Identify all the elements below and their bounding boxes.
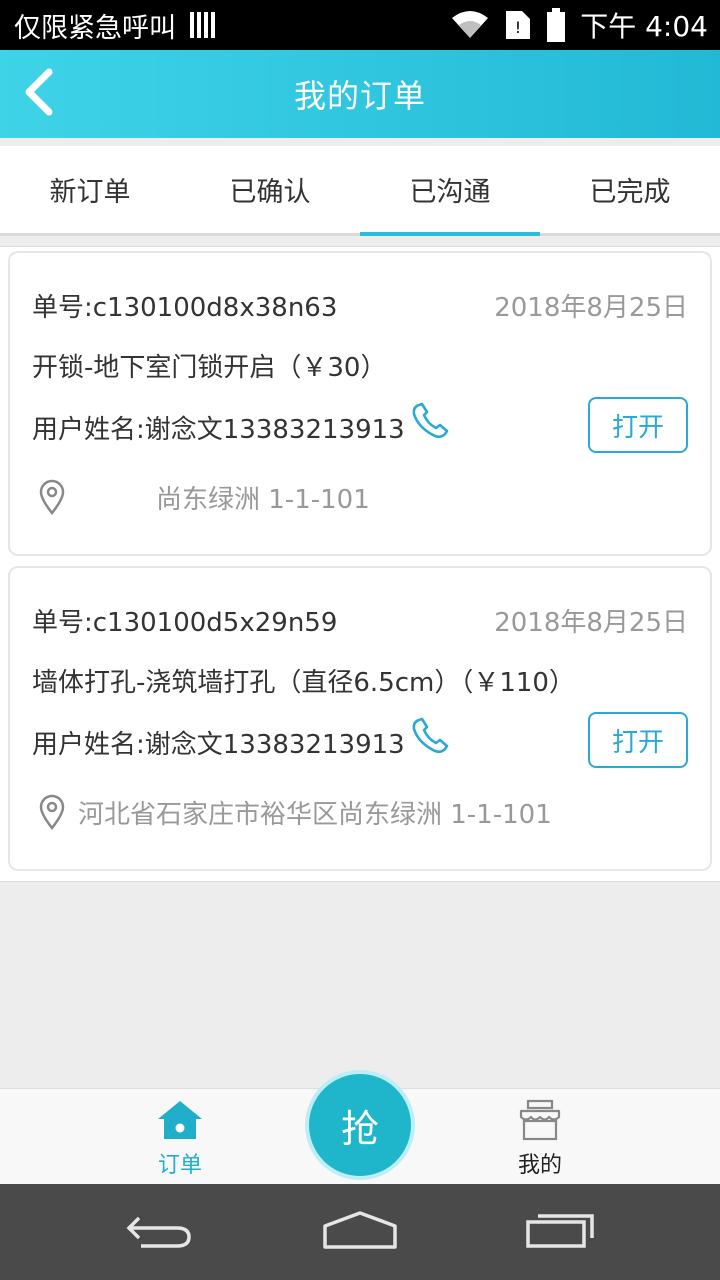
recent-apps-icon bbox=[524, 1210, 596, 1254]
order-number: 单号:c130100d5x29n59 bbox=[32, 608, 338, 638]
order-number: 单号:c130100d8x38n63 bbox=[32, 293, 338, 323]
tab-bar: 新订单 已确认 已沟通 已完成 bbox=[0, 146, 720, 236]
page-title: 我的订单 bbox=[293, 77, 426, 115]
clock-text: 下午 4:04 bbox=[580, 10, 708, 43]
tab-completed[interactable]: 已完成 bbox=[540, 146, 720, 233]
nav-mine-label: 我的 bbox=[517, 1153, 562, 1178]
order-date: 2018年8月25日 bbox=[494, 608, 688, 638]
phone-icon[interactable] bbox=[409, 716, 453, 763]
order-date: 2018年8月25日 bbox=[494, 293, 688, 323]
home-icon bbox=[156, 1099, 204, 1147]
open-button[interactable]: 打开 bbox=[588, 397, 688, 453]
back-arrow-icon bbox=[125, 1210, 195, 1254]
store-icon bbox=[518, 1099, 562, 1147]
system-home-button[interactable] bbox=[320, 1210, 400, 1254]
sim-bars-icon bbox=[190, 12, 215, 38]
order-address-row: 尚东绿洲 1-1-101 bbox=[32, 477, 370, 517]
tab-confirmed[interactable]: 已确认 bbox=[180, 146, 360, 233]
system-nav-bar bbox=[0, 1184, 720, 1280]
order-address-row: 河北省石家庄市裕华区尚东绿洲 1-1-101 bbox=[32, 792, 552, 832]
app-header: 我的订单 bbox=[0, 50, 720, 138]
order-card[interactable]: 单号:c130100d5x29n59 2018年8月25日 墙体打孔-浇筑墙打孔… bbox=[8, 566, 712, 871]
order-user-row: 用户姓名:谢念文13383213913 bbox=[32, 717, 453, 763]
order-service: 墙体打孔-浇筑墙打孔（直径6.5cm）（￥110） bbox=[32, 668, 575, 698]
order-card[interactable]: 单号:c130100d8x38n63 2018年8月25日 开锁-地下室门锁开启… bbox=[8, 251, 712, 556]
tab-new-orders[interactable]: 新订单 bbox=[0, 146, 180, 233]
grab-order-button[interactable]: 抢 bbox=[305, 1070, 415, 1180]
back-button[interactable] bbox=[8, 64, 68, 124]
order-user: 用户姓名:谢念文13383213913 bbox=[32, 415, 405, 445]
order-user-row: 用户姓名:谢念文13383213913 bbox=[32, 402, 453, 448]
open-button[interactable]: 打开 bbox=[588, 712, 688, 768]
nav-orders-label: 订单 bbox=[157, 1153, 202, 1178]
order-address: 尚东绿洲 1-1-101 bbox=[156, 484, 370, 515]
battery-icon bbox=[546, 8, 566, 42]
wifi-icon bbox=[450, 10, 490, 40]
nav-orders[interactable]: 订单 bbox=[120, 1099, 240, 1179]
nav-mine[interactable]: 我的 bbox=[480, 1099, 600, 1179]
order-address: 河北省石家庄市裕华区尚东绿洲 1-1-101 bbox=[78, 799, 552, 830]
sim-card-icon: ! bbox=[504, 9, 532, 41]
phone-icon[interactable] bbox=[409, 401, 453, 448]
carrier-text: 仅限紧急呼叫 bbox=[14, 12, 176, 44]
order-list[interactable]: 单号:c130100d8x38n63 2018年8月25日 开锁-地下室门锁开启… bbox=[0, 246, 720, 882]
status-bar: 仅限紧急呼叫 ! 下午 4:04 bbox=[0, 0, 720, 50]
svg-text:!: ! bbox=[515, 18, 521, 37]
location-pin-icon bbox=[32, 792, 72, 832]
chevron-left-icon bbox=[21, 68, 55, 120]
location-pin-icon bbox=[32, 477, 72, 517]
system-back-button[interactable] bbox=[120, 1210, 200, 1254]
tab-communicated[interactable]: 已沟通 bbox=[360, 146, 540, 236]
order-service: 开锁-地下室门锁开启（￥30） bbox=[32, 353, 387, 383]
order-user: 用户姓名:谢念文13383213913 bbox=[32, 730, 405, 760]
system-recent-apps-button[interactable] bbox=[520, 1210, 600, 1254]
home-outline-icon bbox=[322, 1210, 398, 1254]
